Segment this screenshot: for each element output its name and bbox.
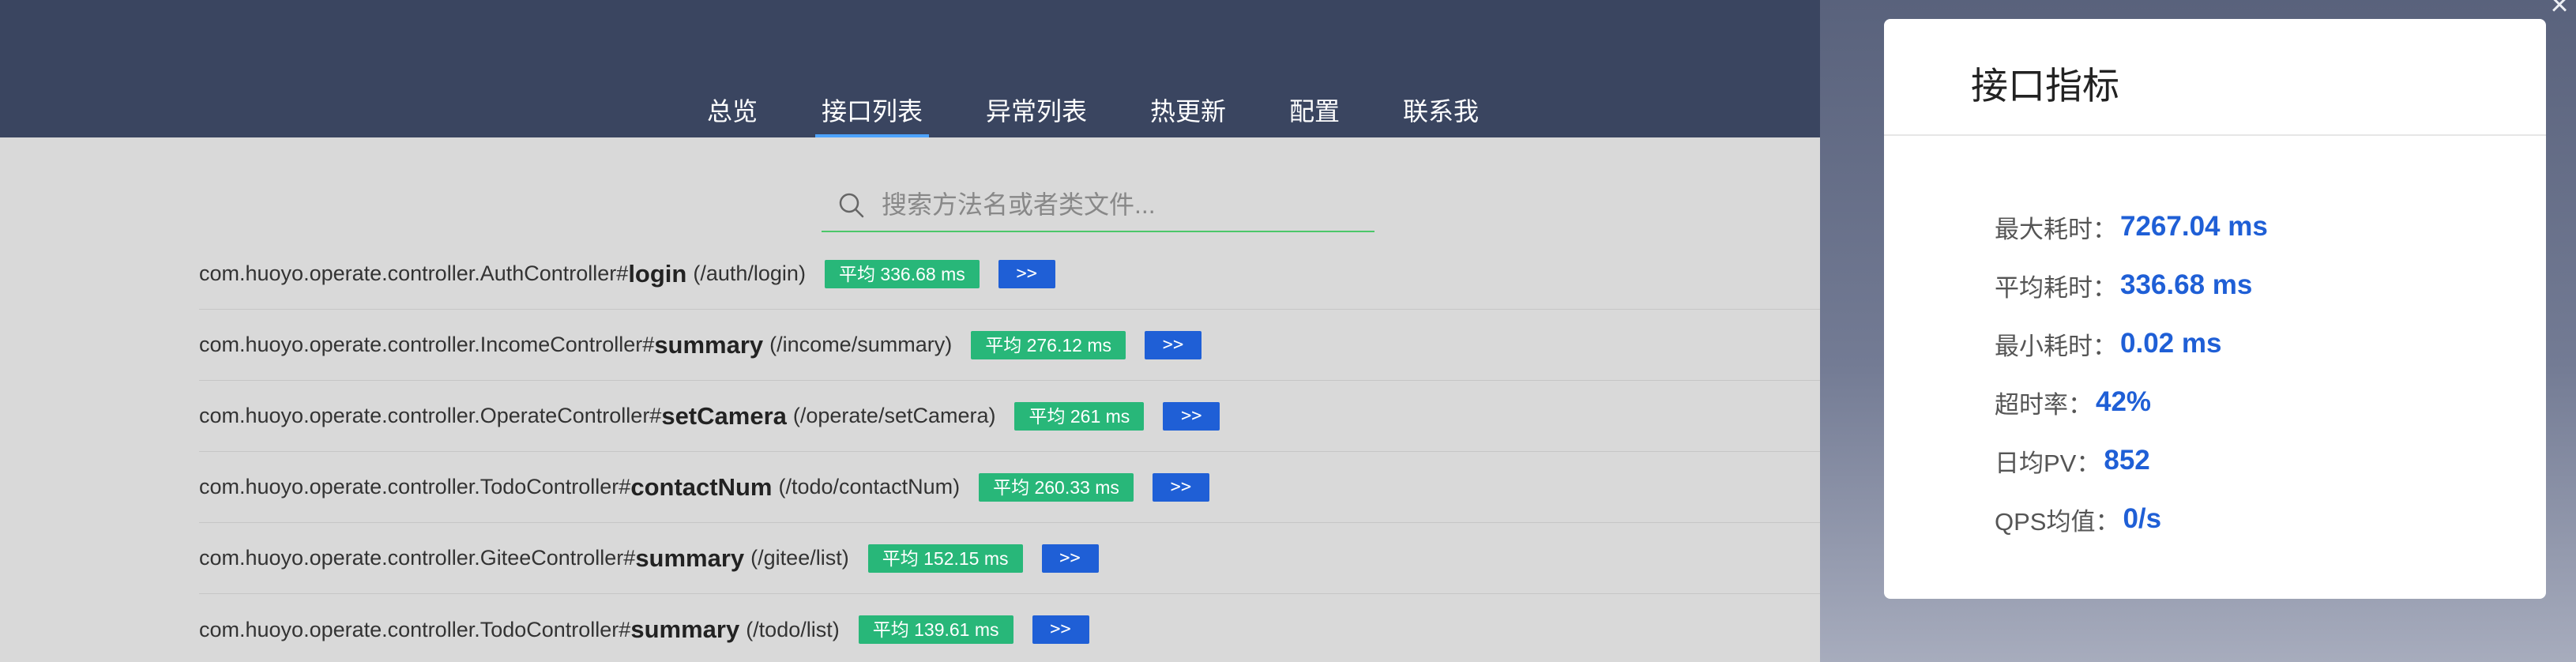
route-path: (/todo/contactNum)	[778, 475, 961, 498]
method-name: contactNum	[630, 472, 773, 501]
list-item: com.huoyo.operate.controller.IncomeContr…	[199, 310, 1820, 381]
avg-time-badge: 平均 152.15 ms	[867, 544, 1023, 573]
list-item: com.huoyo.operate.controller.AuthControl…	[199, 239, 1820, 310]
route-path: (/gitee/list)	[750, 546, 849, 570]
class-name: com.huoyo.operate.controller.AuthControl…	[199, 261, 629, 285]
metric-min-time: 最小耗时： 0.02 ms	[1995, 314, 2268, 373]
avg-time-badge: 平均 139.61 ms	[858, 615, 1013, 644]
route-path: (/income/summary)	[769, 333, 953, 356]
search-icon	[839, 193, 864, 218]
list-item: com.huoyo.operate.controller.OperateCont…	[199, 381, 1820, 452]
detail-button[interactable]: >>	[1041, 544, 1099, 573]
avg-time-badge: 平均 276.12 ms	[971, 330, 1126, 359]
method-name: summary	[654, 330, 764, 359]
route-path: (/operate/setCamera)	[792, 404, 996, 427]
class-name: com.huoyo.operate.controller.TodoControl…	[199, 617, 631, 641]
method-name: setCamera	[661, 401, 787, 430]
api-list: com.huoyo.operate.controller.AuthControl…	[199, 239, 1820, 662]
metric-value: 42%	[2096, 386, 2152, 417]
metric-value: 852	[2104, 445, 2150, 476]
list-item: com.huoyo.operate.controller.GiteeContro…	[199, 523, 1820, 594]
metric-timeout-rate: 超时率： 42%	[1995, 373, 2268, 431]
search-input[interactable]	[882, 186, 1356, 223]
nav-item-config[interactable]: 配置	[1289, 93, 1340, 137]
metric-max-time: 最大耗时： 7267.04 ms	[1995, 197, 2268, 256]
class-name: com.huoyo.operate.controller.TodoControl…	[199, 475, 631, 498]
method-name: login	[628, 259, 687, 288]
detail-button[interactable]: >>	[1032, 615, 1089, 644]
avg-time-badge: 平均 260.33 ms	[979, 472, 1134, 502]
avg-time-badge: 平均 336.68 ms	[824, 259, 980, 288]
method-name: summary	[635, 544, 745, 572]
nav-item-exception-list[interactable]: 异常列表	[986, 93, 1087, 137]
nav-item-hot-update[interactable]: 热更新	[1150, 93, 1226, 137]
nav-item-overview[interactable]: 总览	[707, 93, 758, 137]
detail-button[interactable]: >>	[1152, 472, 1209, 502]
list-item: com.huoyo.operate.controller.TodoControl…	[199, 594, 1820, 662]
metrics-list: 最大耗时： 7267.04 ms 平均耗时： 336.68 ms 最小耗时： 0…	[1995, 197, 2268, 548]
metric-daily-pv: 日均PV： 852	[1995, 431, 2268, 490]
detail-button[interactable]: >>	[1145, 330, 1202, 359]
detail-button[interactable]: >>	[998, 259, 1055, 288]
metric-avg-time: 平均耗时： 336.68 ms	[1995, 256, 2268, 314]
metric-label: 超时率：	[1995, 390, 2093, 419]
metric-label: QPS均值：	[1995, 507, 2120, 536]
route-path: (/todo/list)	[746, 617, 840, 641]
api-list-area: com.huoyo.operate.controller.AuthControl…	[0, 137, 1820, 662]
metric-qps-avg: QPS均值： 0/s	[1995, 490, 2268, 548]
nav-item-api-list[interactable]: 接口列表	[814, 93, 930, 137]
close-icon[interactable]: ×	[2545, 0, 2574, 21]
metric-label: 最小耗时：	[1995, 332, 2117, 360]
list-item: com.huoyo.operate.controller.TodoControl…	[199, 452, 1820, 523]
main-nav: 总览 接口列表 异常列表 热更新 配置 联系我	[0, 93, 1820, 137]
nav-item-contact[interactable]: 联系我	[1403, 93, 1479, 137]
detail-button[interactable]: >>	[1163, 401, 1220, 431]
route-path: (/auth/login)	[693, 261, 806, 285]
class-name: com.huoyo.operate.controller.OperateCont…	[199, 404, 662, 427]
class-name: com.huoyo.operate.controller.IncomeContr…	[199, 333, 655, 356]
class-name: com.huoyo.operate.controller.GiteeContro…	[199, 546, 636, 570]
metric-label: 最大耗时：	[1995, 215, 2117, 243]
search-bar	[822, 179, 1374, 232]
card-header: 接口指标	[1884, 19, 2546, 136]
metric-value: 0/s	[2123, 503, 2162, 534]
metric-value: 0.02 ms	[2120, 328, 2222, 359]
metric-label: 日均PV：	[1995, 449, 2101, 477]
metric-label: 平均耗时：	[1995, 273, 2117, 302]
top-header: 总览 接口列表 异常列表 热更新 配置 联系我	[0, 0, 1820, 137]
card-title: 接口指标	[1971, 65, 2119, 107]
method-name: summary	[630, 615, 740, 643]
metric-value: 336.68 ms	[2120, 269, 2253, 300]
metrics-card: 接口指标 最大耗时： 7267.04 ms 平均耗时： 336.68 ms 最小…	[1884, 19, 2546, 599]
metric-value: 7267.04 ms	[2120, 211, 2268, 242]
avg-time-badge: 平均 261 ms	[1014, 401, 1145, 431]
